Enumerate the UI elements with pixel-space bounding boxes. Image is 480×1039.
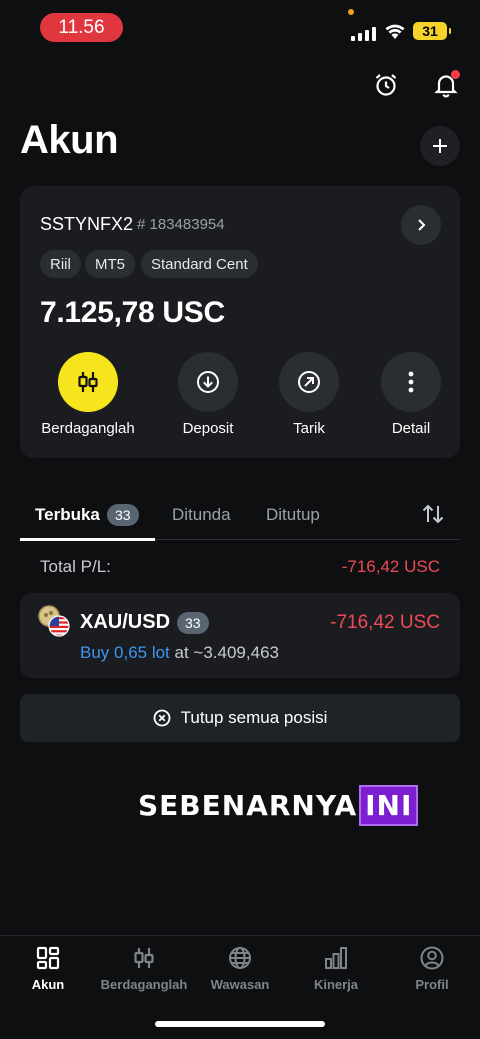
withdraw-button-label[interactable]: Tarik	[254, 420, 364, 437]
us-flag-icon	[48, 615, 70, 642]
total-pl-label: Total P/L:	[40, 557, 111, 576]
position-card[interactable]	[20, 593, 460, 678]
watermark-highlight: INI	[359, 785, 419, 826]
nav-label: Profil	[415, 977, 449, 992]
privacy-indicator	[348, 9, 354, 15]
profile-icon	[420, 946, 444, 970]
tab-open-count: 33	[107, 504, 139, 526]
globe-icon	[229, 947, 251, 969]
position-symbol: XAU/USD	[80, 611, 171, 633]
tab-closed[interactable]: Ditutup	[266, 505, 320, 525]
position-pl: -716,42 USC	[330, 612, 440, 633]
tag-account-type: Riil	[40, 250, 81, 278]
nav-label: Akun	[31, 977, 65, 992]
watermark-text: SEBENARNYA	[138, 789, 358, 822]
withdraw-button[interactable]	[279, 352, 339, 412]
account-details-button[interactable]	[401, 205, 441, 245]
signal-icon	[351, 26, 376, 41]
wifi-icon	[384, 22, 406, 45]
nav-item-trade[interactable]: Berdaganglah	[96, 945, 192, 992]
nav-item-performance[interactable]: Kinerja	[288, 945, 384, 992]
deposit-button-label[interactable]: Deposit	[153, 420, 263, 437]
deposit-button[interactable]	[178, 352, 238, 412]
trade-button-label[interactable]: Berdaganglah	[33, 420, 143, 437]
close-circle-icon	[153, 709, 171, 727]
bar-chart-icon	[325, 947, 347, 969]
close-all-positions-button[interactable]: Tutup semua posisi	[20, 694, 460, 742]
grid-icon	[36, 946, 60, 970]
nav-label: Berdaganglah	[100, 977, 188, 992]
nav-label: Wawasan	[210, 977, 270, 992]
position-side-lot: Buy 0,65 lot	[80, 643, 170, 662]
add-account-button[interactable]	[420, 126, 460, 166]
bell-icon[interactable]	[426, 65, 466, 105]
position-detail: Buy 0,65 lot at ~3.409,463	[80, 643, 279, 663]
detail-button-label[interactable]: Detail	[356, 420, 466, 437]
trade-button[interactable]	[58, 352, 118, 412]
tag-account-kind: Standard Cent	[141, 250, 258, 278]
detail-button[interactable]	[381, 352, 441, 412]
status-time: 11.56	[40, 13, 123, 42]
tab-open[interactable]: Terbuka	[35, 505, 100, 525]
page-title: Akun	[20, 118, 119, 162]
candlestick-icon	[134, 948, 154, 968]
nav-item-profile[interactable]: Profil	[384, 945, 480, 992]
nav-item-account[interactable]: Akun	[0, 945, 96, 992]
tab-active-indicator	[20, 538, 155, 541]
account-balance: 7.125,78 USC	[40, 296, 225, 329]
account-name: SSTYNFX2	[40, 214, 134, 234]
nav-label: Kinerja	[313, 977, 359, 992]
account-number: # 183483954	[137, 216, 225, 233]
battery-icon: 31	[413, 22, 451, 40]
tag-platform: MT5	[85, 250, 135, 278]
position-count-badge: 33	[177, 612, 209, 634]
sort-arrows-icon[interactable]	[421, 503, 445, 530]
tab-pending[interactable]: Ditunda	[172, 505, 231, 525]
alarm-clock-icon[interactable]	[366, 65, 406, 105]
notification-dot	[451, 70, 460, 79]
total-pl-value: -716,42 USC	[341, 557, 440, 576]
watermark-caption: SEBENARNYA INI	[138, 785, 419, 826]
position-price: at ~3.409,463	[174, 643, 279, 662]
close-all-label: Tutup semua posisi	[180, 708, 328, 727]
home-indicator[interactable]	[155, 1021, 325, 1027]
nav-item-insights[interactable]: Wawasan	[192, 945, 288, 992]
